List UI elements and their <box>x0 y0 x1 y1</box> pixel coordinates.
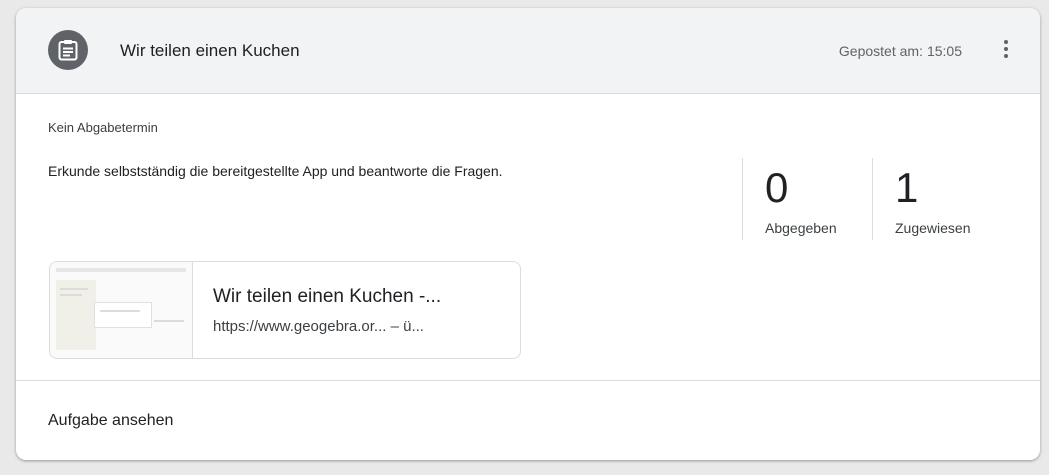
stat-turned-in-label: Abgegeben <box>765 220 837 236</box>
posted-label: Gepostet am: <box>838 43 923 59</box>
submission-stats: 0 Abgegeben 1 Zugewiesen <box>742 158 985 240</box>
card-footer: Aufgabe ansehen <box>16 380 1040 460</box>
stat-turned-in-value: 0 <box>765 164 789 211</box>
due-date-text: Kein Abgabetermin <box>48 120 158 135</box>
card-header[interactable]: Wir teilen einen Kuchen Gepostet am: 15:0… <box>16 8 1040 94</box>
assignment-description: Erkunde selbstständig die bereitgestellt… <box>48 163 503 179</box>
stat-assigned-value: 1 <box>895 164 919 211</box>
posted-info: Gepostet am: 15:05 <box>835 43 962 59</box>
posted-time: 15:05 <box>926 43 962 59</box>
view-assignment-button[interactable]: Aufgabe ansehen <box>48 412 173 430</box>
stat-turned-in[interactable]: 0 Abgegeben <box>742 158 872 240</box>
assignment-title[interactable]: Wir teilen einen Kuchen <box>120 41 300 61</box>
more-options-icon[interactable] <box>994 34 1018 64</box>
stat-assigned-label: Zugewiesen <box>895 220 971 236</box>
attachment-title: Wir teilen einen Kuchen -... <box>213 286 442 307</box>
assignment-card: Wir teilen einen Kuchen Gepostet am: 15:0… <box>16 8 1040 460</box>
stat-assigned[interactable]: 1 Zugewiesen <box>872 158 985 240</box>
assignment-icon <box>48 30 88 70</box>
link-attachment[interactable]: Wir teilen einen Kuchen -... https://www… <box>49 261 521 359</box>
attachment-thumbnail <box>50 262 193 358</box>
attachment-url: https://www.geogebra.or... – ü... <box>213 318 424 335</box>
